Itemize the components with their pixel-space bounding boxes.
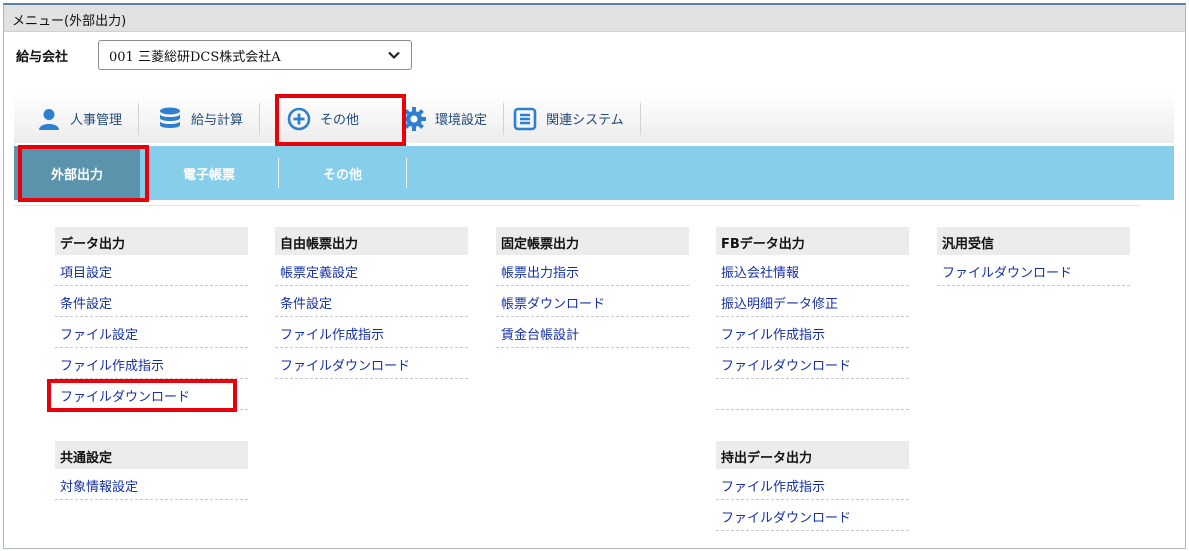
person-icon bbox=[36, 106, 62, 132]
menu-link[interactable]: ファイルダウンロード bbox=[716, 500, 909, 531]
section-header: 自由帳票出力 bbox=[275, 227, 468, 255]
tab-label: その他 bbox=[320, 113, 360, 128]
menu-column: FBデータ出力 振込会社情報 振込明細データ修正 ファイル作成指示 ファイルダウ… bbox=[716, 227, 909, 531]
menu-column: 固定帳票出力 帳票出力指示 帳票ダウンロード 賃金台帳設計 bbox=[496, 227, 689, 348]
menu-column: 汎用受信 ファイルダウンロード bbox=[937, 227, 1130, 286]
plus-circle-icon bbox=[286, 106, 312, 132]
menu-link[interactable]: 帳票定義設定 bbox=[275, 255, 468, 286]
subtab-label: 電子帳票 bbox=[182, 167, 235, 183]
tab-divider bbox=[639, 102, 641, 135]
menu-link[interactable]: 振込明細データ修正 bbox=[716, 286, 909, 317]
section-header: 汎用受信 bbox=[937, 227, 1130, 255]
section-header: データ出力 bbox=[55, 227, 248, 255]
company-row: 給与会社 001 三菱総研DCS株式会社A bbox=[16, 40, 412, 70]
menu-link[interactable]: 帳票出力指示 bbox=[496, 255, 689, 286]
menu-column: 自由帳票出力 帳票定義設定 条件設定 ファイル作成指示 ファイルダウンロード bbox=[275, 227, 468, 379]
menu-link[interactable]: ファイルダウンロード bbox=[716, 348, 909, 379]
subtab-label: 外部出力 bbox=[50, 167, 103, 183]
subtab-gaibu-shutsuryoku[interactable]: 外部出力 bbox=[14, 146, 140, 200]
company-select[interactable]: 001 三菱総研DCS株式会社A bbox=[98, 40, 412, 70]
sub-tabs: 外部出力 電子帳票 その他 bbox=[14, 146, 1174, 200]
tab-label: 人事管理 bbox=[70, 113, 123, 128]
menu-link[interactable]: ファイル作成指示 bbox=[55, 348, 248, 379]
section-header: 共通設定 bbox=[55, 441, 248, 469]
chevron-down-icon bbox=[388, 51, 400, 60]
menu-link[interactable]: 対象情報設定 bbox=[55, 469, 248, 500]
menu-link[interactable]: ファイルダウンロード bbox=[275, 348, 468, 379]
menu-link[interactable]: 項目設定 bbox=[55, 255, 248, 286]
menu-link[interactable]: 条件設定 bbox=[275, 286, 468, 317]
database-icon bbox=[157, 106, 183, 132]
section-header: 固定帳票出力 bbox=[496, 227, 689, 255]
gear-icon bbox=[401, 106, 427, 132]
subtab-sonota[interactable]: その他 bbox=[279, 146, 406, 200]
menu-link[interactable]: 帳票ダウンロード bbox=[496, 286, 689, 317]
tab-jinji[interactable]: 人事管理 bbox=[14, 94, 138, 143]
menu-link[interactable]: ファイル作成指示 bbox=[275, 317, 468, 348]
menu-link[interactable]: ファイル作成指示 bbox=[716, 317, 909, 348]
tab-label: 関連システム bbox=[546, 113, 624, 128]
divider bbox=[14, 205, 1140, 206]
menu-link[interactable]: 振込会社情報 bbox=[716, 255, 909, 286]
tab-sonota[interactable]: その他 bbox=[260, 94, 383, 151]
subtab-label: その他 bbox=[322, 167, 362, 183]
company-label: 給与会社 bbox=[16, 49, 69, 65]
tab-kyuyo[interactable]: 給与計算 bbox=[139, 94, 259, 143]
main-tabs: 人事管理 給与計算 その他 環境設定 関連システム bbox=[14, 94, 1174, 151]
section-header: FBデータ出力 bbox=[716, 227, 909, 255]
list-icon bbox=[512, 106, 538, 132]
tab-kankyo[interactable]: 環境設定 bbox=[383, 94, 503, 143]
menu-link[interactable]: ファイルダウンロード bbox=[937, 255, 1130, 286]
subtab-divider bbox=[406, 158, 407, 188]
menu-link[interactable]: 賃金台帳設計 bbox=[496, 317, 689, 348]
section-header: 持出データ出力 bbox=[716, 441, 909, 469]
menu-link[interactable]: ファイル作成指示 bbox=[716, 469, 909, 500]
empty-row bbox=[716, 379, 909, 410]
menu-link[interactable]: ファイル設定 bbox=[55, 317, 248, 348]
subtab-denshi-chohyo[interactable]: 電子帳票 bbox=[140, 146, 278, 200]
window-title: メニュー(外部出力) bbox=[4, 5, 1185, 32]
menu-link[interactable]: ファイルダウンロード bbox=[55, 379, 248, 410]
company-select-value: 001 三菱総研DCS株式会社A bbox=[109, 49, 281, 65]
tab-label: 給与計算 bbox=[191, 113, 244, 128]
tab-kanren[interactable]: 関連システム bbox=[504, 94, 640, 143]
menu-link[interactable]: 条件設定 bbox=[55, 286, 248, 317]
tab-label: 環境設定 bbox=[435, 113, 488, 128]
menu-column: データ出力 項目設定 条件設定 ファイル設定 ファイル作成指示 ファイルダウンロ… bbox=[55, 227, 248, 500]
